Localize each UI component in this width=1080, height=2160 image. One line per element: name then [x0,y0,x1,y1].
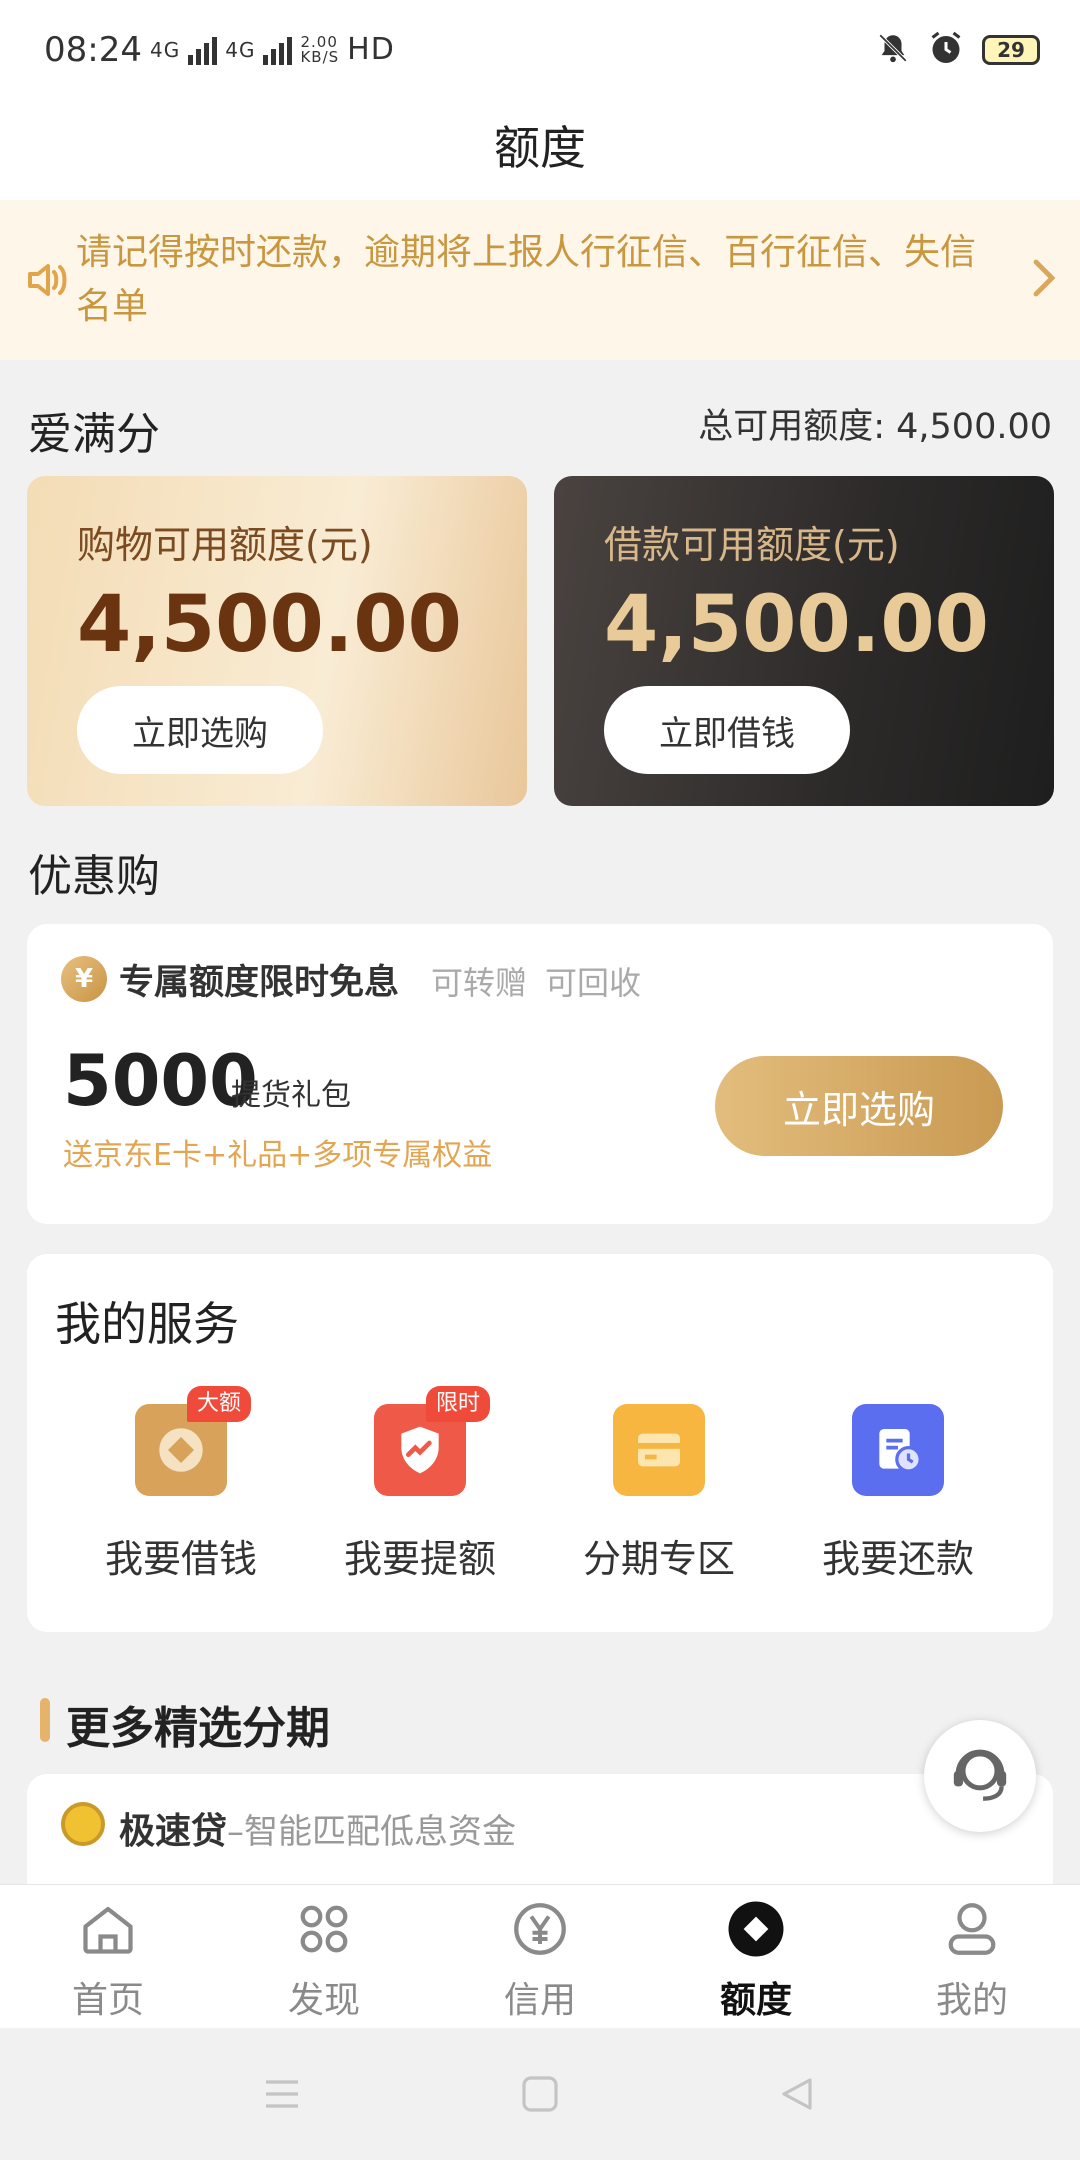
customer-service-button[interactable] [924,1720,1036,1832]
promo-headline: 专属额度限时免息 [119,963,400,1003]
status-time: 08:24 [44,30,142,70]
profile-icon [948,1903,996,1955]
net-speed: 2.00 KB/S [300,32,340,66]
promo-amount: 5000 [63,1040,258,1122]
credit-product-name: 爱满分 [28,409,160,460]
headset-icon [943,1737,1017,1815]
hd-indicator: HD [347,32,395,67]
yen-coin-icon: ¥ [61,956,107,1002]
service-raise-limit[interactable]: 限时 我要提额 [300,1386,540,1604]
tab-label: 首页 [71,1980,144,2021]
home-icon [83,1906,133,1954]
signal-bars-icon-2 [263,35,293,65]
shopping-credit-card[interactable]: 购物可用额度(元) 4,500.00 立即选购 [27,476,527,806]
service-label: 分期专区 [582,1537,735,1581]
home-square-icon[interactable] [520,2074,560,2114]
fast-loan-desc: –智能匹配低息资金 [227,1812,516,1852]
fast-loan-icon [61,1802,105,1846]
section-accent-bar [40,1698,50,1742]
discover-grid-icon [300,1905,348,1953]
tab-label: 额度 [719,1980,792,2021]
shop-now-button[interactable]: 立即选购 [77,686,323,774]
status-right: 29 [876,30,1040,70]
tab-home[interactable]: 首页 [0,1899,216,2021]
alarm-clock-icon [928,30,964,70]
network-type-1: 4G [150,37,181,62]
borrow-now-button[interactable]: 立即借钱 [604,686,850,774]
promo-package: 提货礼包 [231,1078,351,1113]
tab-label: 信用 [503,1980,576,2021]
chevron-right-icon[interactable] [1032,258,1058,302]
promo-subtitle: 送京东E卡+礼品+多项专属权益 [63,1138,493,1173]
total-available-credit: 总可用额度: 4,500.00 [698,407,1052,447]
battery-indicator: 29 [982,35,1040,65]
speaker-icon [24,258,72,306]
bell-muted-icon [876,31,910,69]
promo-section-title: 优惠购 [28,851,160,902]
tab-credit[interactable]: 信用 [432,1899,648,2021]
service-installment[interactable]: 分期专区 [539,1404,779,1604]
promo-tag-recyclable: 可回收 [545,964,642,1002]
network-type-2: 4G [225,37,256,62]
back-triangle-icon[interactable] [776,2074,816,2114]
menu-icon[interactable] [262,2076,302,2112]
loan-credit-card[interactable]: 借款可用额度(元) 4,500.00 立即借钱 [554,476,1054,806]
service-label: 我要提额 [343,1537,496,1581]
badge-large-amount: 大额 [187,1386,252,1422]
badge-limited-time: 限时 [426,1386,491,1422]
services-title: 我的服务 [55,1297,239,1351]
service-label: 我要还款 [821,1537,974,1581]
loan-credit-label: 借款可用额度(元) [604,523,900,567]
tab-label: 我的 [935,1980,1008,2021]
signal-bars-icon [188,35,218,65]
page-title: 额度 [494,121,586,175]
promo-tag-transferable: 可转赠 [431,964,528,1002]
bottom-tab-bar: 首页 发现 信用 额度 我的 [0,1884,1080,2028]
service-borrow[interactable]: 大额 我要借钱 [61,1386,301,1604]
promo-shop-now-button[interactable]: 立即选购 [715,1056,1003,1156]
credit-yen-icon [514,1903,566,1955]
quota-diamond-icon [728,1901,784,1957]
tab-label: 发现 [287,1980,360,2021]
repay-calendar-icon [852,1404,944,1496]
fast-loan-card[interactable]: 极速贷 –智能匹配低息资金 [27,1774,1053,1894]
tab-profile[interactable]: 我的 [864,1899,1080,2021]
promo-card[interactable]: ¥ 专属额度限时免息 可转赠 可回收 5000 提货礼包 送京东E卡+礼品+多项… [27,924,1053,1224]
service-repay[interactable]: 我要还款 [778,1404,1018,1604]
my-services-panel: 我的服务 大额 我要借钱 限时 我要提额 分期专区 我要还款 [27,1254,1053,1632]
shopping-credit-label: 购物可用额度(元) [77,523,373,567]
more-installments-title: 更多精选分期 [66,1703,330,1754]
installment-card-icon [613,1404,705,1496]
notice-text: 请记得按时还款，逾期将上报人行征信、百行征信、失信名单 [76,232,977,327]
loan-credit-amount: 4,500.00 [604,580,989,670]
fast-loan-name: 极速贷 [119,1811,228,1852]
service-label: 我要借钱 [104,1537,257,1581]
tab-quota[interactable]: 额度 [648,1899,864,2021]
tab-discover[interactable]: 发现 [216,1899,432,2021]
system-navigation-bar [0,2028,1080,2160]
signal-indicators: 4G 4G 2.00 KB/S HD [150,32,395,67]
shopping-credit-amount: 4,500.00 [77,580,462,670]
